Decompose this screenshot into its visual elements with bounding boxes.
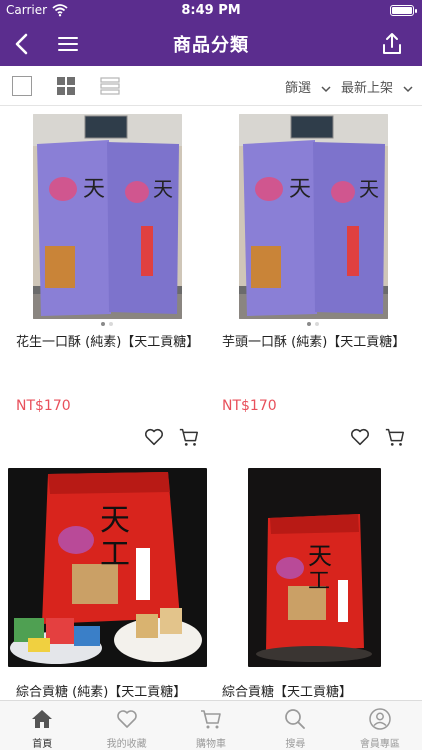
- single-view-button[interactable]: [12, 76, 32, 96]
- svg-text:天: 天: [359, 177, 379, 201]
- tab-home[interactable]: 首頁: [0, 701, 84, 750]
- product-card[interactable]: 天 工 綜合貢糖 (純素)【天工貢糖】: [0, 466, 211, 700]
- tab-cart[interactable]: 購物車: [169, 701, 253, 750]
- tab-favorites[interactable]: 我的收藏: [84, 701, 168, 750]
- product-image[interactable]: 天 天: [239, 114, 388, 319]
- cart-icon[interactable]: [178, 426, 200, 448]
- svg-text:工: 工: [100, 537, 130, 572]
- tab-label: 購物車: [196, 739, 227, 750]
- product-name: 芋頭一口酥 (純素)【天工貢糖】: [222, 335, 406, 350]
- nav-bar: 商品分類: [0, 22, 422, 66]
- svg-text:天: 天: [100, 503, 130, 538]
- battery-icon: [390, 5, 417, 16]
- product-image[interactable]: 天 天: [33, 114, 182, 319]
- product-price: NT$170: [222, 398, 277, 414]
- svg-text:天: 天: [83, 177, 105, 202]
- product-card[interactable]: 天 天 芋頭一口酥 (純素)【天工貢糖】 NT$170: [206, 106, 417, 456]
- svg-text:天: 天: [308, 542, 332, 570]
- chevron-down-icon: [321, 85, 331, 92]
- product-name: 綜合貢糖 (純素)【天工貢糖】: [16, 685, 187, 700]
- tab-search[interactable]: 搜尋: [253, 701, 337, 750]
- list-view-icon[interactable]: [100, 76, 120, 96]
- status-bar: Carrier 8:49 PM: [0, 0, 422, 22]
- cart-icon[interactable]: [384, 426, 406, 448]
- image-pager: [307, 322, 319, 326]
- tab-label: 首頁: [32, 739, 53, 750]
- filter-toolbar: 篩選 最新上架: [0, 66, 422, 106]
- product-price: NT$170: [16, 398, 71, 414]
- user-icon: [369, 708, 391, 730]
- grid-view-icon[interactable]: [56, 76, 76, 96]
- filter-label: 篩選: [285, 81, 312, 96]
- sort-dropdown[interactable]: 最新上架: [341, 77, 413, 96]
- product-card[interactable]: 天 天 花生一口酥 (純素)【天工貢糖】 NT$170: [0, 106, 211, 456]
- page-title: 商品分類: [173, 35, 249, 56]
- home-icon: [32, 710, 53, 728]
- search-icon: [285, 709, 306, 729]
- svg-text:天: 天: [289, 177, 311, 202]
- product-image[interactable]: 天 工: [8, 468, 207, 667]
- heart-icon[interactable]: [349, 426, 371, 448]
- heart-icon[interactable]: [143, 426, 165, 448]
- sort-label: 最新上架: [341, 81, 394, 96]
- status-time: 8:49 PM: [181, 3, 241, 18]
- tab-label: 會員專區: [359, 739, 400, 750]
- svg-text:天: 天: [153, 177, 173, 201]
- product-card[interactable]: 天 工 綜合貢糖【天工貢糖】: [206, 466, 417, 700]
- product-grid: 天 天 花生一口酥 (純素)【天工貢糖】 NT$170 天 天 芋頭一口酥 (純…: [0, 106, 422, 700]
- chevron-down-icon: [403, 85, 413, 92]
- product-name: 綜合貢糖【天工貢糖】: [222, 685, 353, 700]
- product-name: 花生一口酥 (純素)【天工貢糖】: [16, 335, 200, 350]
- image-pager: [101, 322, 113, 326]
- cart-icon: [201, 710, 221, 729]
- product-image[interactable]: 天 工: [248, 468, 381, 667]
- svg-text:工: 工: [308, 569, 330, 594]
- filter-dropdown[interactable]: 篩選: [285, 77, 331, 96]
- share-button[interactable]: [376, 28, 408, 60]
- tab-member[interactable]: 會員專區: [338, 701, 422, 750]
- heart-icon: [116, 710, 137, 728]
- tab-label: 搜尋: [285, 739, 306, 750]
- share-icon: [383, 33, 401, 54]
- tab-label: 我的收藏: [106, 739, 147, 750]
- tab-bar: 首頁 我的收藏 購物車 搜尋 會員專區: [0, 700, 422, 750]
